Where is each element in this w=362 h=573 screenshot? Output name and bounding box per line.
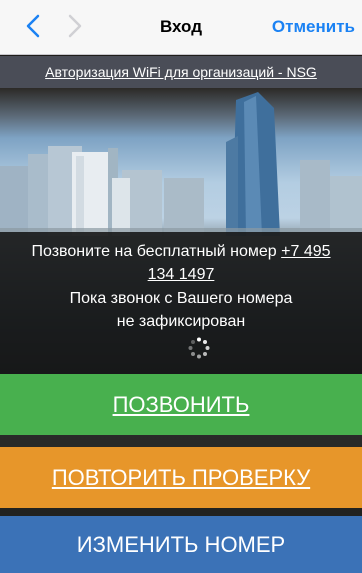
chevron-left-icon bbox=[26, 14, 40, 38]
phone-line: 134 1497 bbox=[0, 266, 362, 284]
change-number-button[interactable]: ИЗМЕНИТЬ НОМЕР bbox=[0, 516, 362, 573]
phone-link-part1[interactable]: +7 495 bbox=[281, 243, 330, 260]
status-line-1: Пока звонок с Вашего номера bbox=[69, 290, 293, 307]
cancel-button[interactable]: Отменить bbox=[272, 17, 355, 37]
retry-check-button[interactable]: ПОВТОРИТЬ ПРОВЕРКУ bbox=[0, 447, 362, 508]
loading-spinner-icon bbox=[188, 337, 210, 359]
org-auth-link[interactable]: Авторизация WiFi для организаций - NSG bbox=[45, 64, 317, 80]
call-prompt-line: Позвоните на бесплатный номер +7 495 bbox=[0, 243, 362, 261]
status-line-2: не зафиксирован bbox=[116, 313, 246, 330]
call-button[interactable]: ПОЗВОНИТЬ bbox=[0, 374, 362, 435]
forward-button[interactable] bbox=[62, 12, 88, 40]
back-button[interactable] bbox=[20, 12, 46, 40]
navigation-bar: Вход Отменить bbox=[0, 0, 362, 55]
retry-button-label: ПОВТОРИТЬ ПРОВЕРКУ bbox=[51, 464, 311, 490]
call-prompt-text: Позвоните на бесплатный номер bbox=[31, 243, 282, 260]
phone-link-part2[interactable]: 134 1497 bbox=[148, 266, 215, 283]
org-header: Авторизация WiFi для организаций - NSG bbox=[0, 56, 362, 88]
call-button-label: ПОЗВОНИТЬ bbox=[112, 391, 250, 417]
change-button-label: ИЗМЕНИТЬ НОМЕР bbox=[76, 531, 286, 557]
chevron-right-icon bbox=[68, 14, 82, 38]
